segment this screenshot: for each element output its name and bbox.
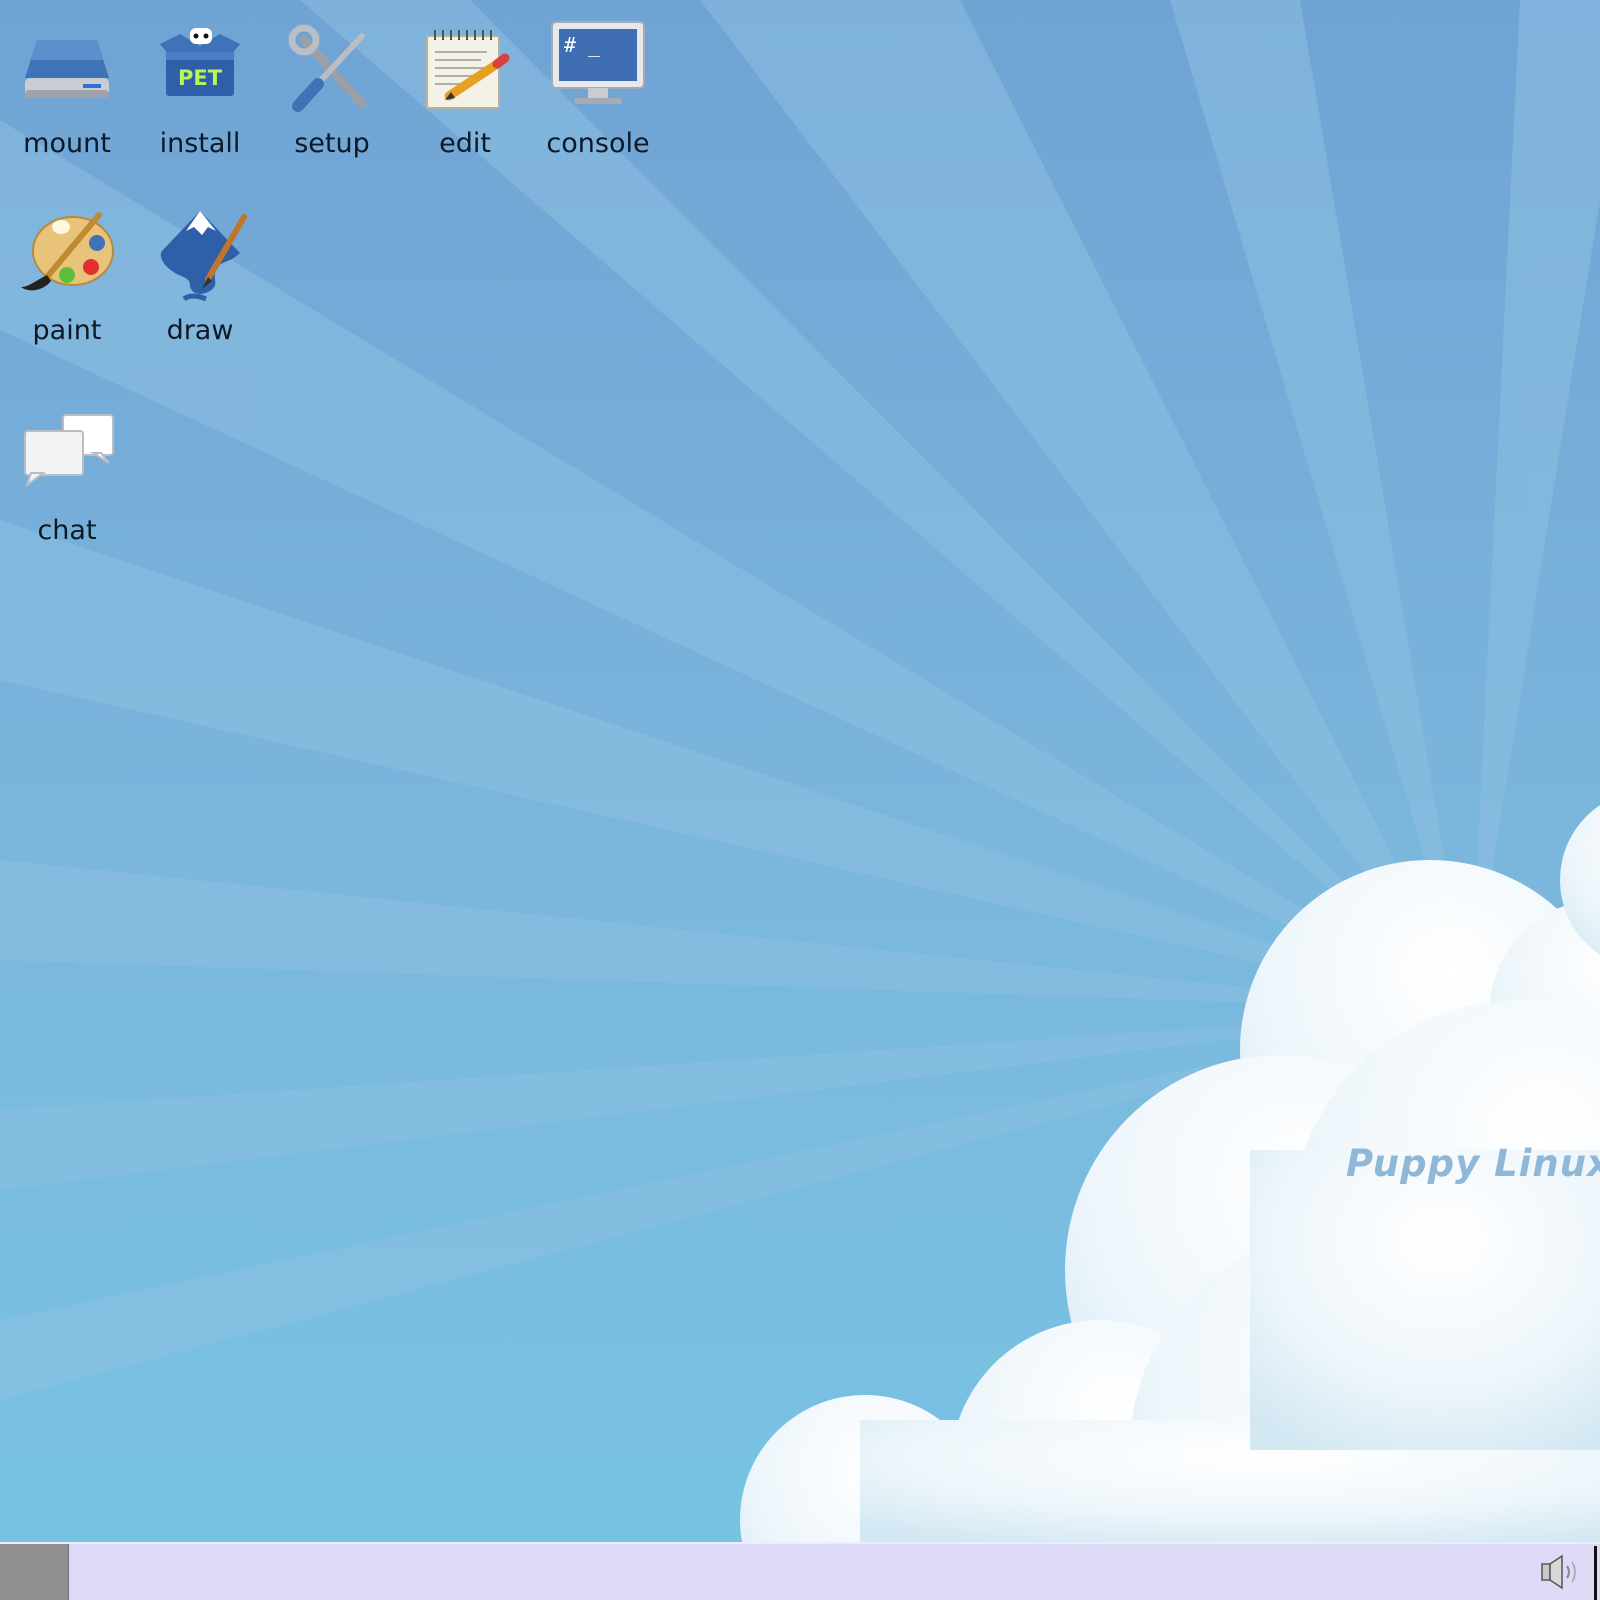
desktop-icon-label: setup [294,128,370,159]
desktop-icon-label: draw [166,315,234,346]
desktop-icon-label: install [159,128,241,159]
paint-palette-icon [21,212,114,291]
tray-edge [1594,1546,1597,1600]
desktop-icon-label: edit [439,128,491,159]
wallpaper-brand-text: Puppy Linux [1346,1142,1600,1185]
desktop-icon-paint[interactable]: paint [0,207,134,347]
tools-icon [288,24,367,112]
desktop-icon-label: console [546,128,650,159]
desktop[interactable]: Puppy Linux mount PET install setup edit… [0,0,1600,1542]
terminal-monitor-icon: # _ [551,21,645,104]
desktop-icon-label: mount [23,128,111,159]
desktop-icon-chat[interactable]: chat [0,407,134,547]
notepad-pencil-icon [426,30,510,109]
desktop-icon-console[interactable]: # _ console [531,20,665,160]
drive-icon [25,40,109,98]
taskbar [0,1542,1600,1600]
desktop-icon-mount[interactable]: mount [0,20,134,160]
chat-bubbles-icon [24,414,114,488]
desktop-icon-draw[interactable]: draw [133,207,267,347]
console-prompt: # _ [564,33,601,57]
desktop-icon-label: paint [32,315,102,346]
menu-button[interactable] [0,1544,69,1600]
desktop-icon-edit[interactable]: edit [398,20,532,160]
desktop-icon-setup[interactable]: setup [265,20,399,160]
desktop-icon-install[interactable]: PET install [133,20,267,160]
inkscape-icon [160,211,247,302]
desktop-icon-label: chat [37,515,97,546]
pet-package-icon: PET [160,28,240,96]
volume-icon[interactable] [1538,1552,1582,1592]
pet-badge: PET [178,66,223,90]
